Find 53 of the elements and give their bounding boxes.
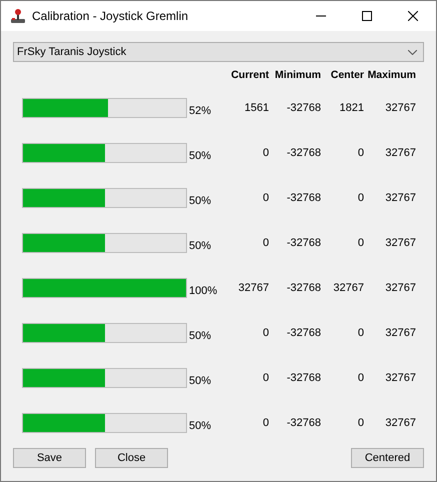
percent-label: 50% [188,374,212,386]
current-value: 0 [262,236,269,248]
minimum-value: -32768 [286,236,321,248]
column-header: Maximum [368,69,416,81]
minimum-value: -32768 [286,102,321,114]
centered-button[interactable]: Centered [351,448,424,468]
minimum-value: -32768 [286,416,321,428]
current-value: 1561 [244,102,269,114]
maximum-value: 32767 [384,326,416,338]
joystick-icon [10,8,26,24]
maximum-value: 32767 [384,146,416,158]
column-header: Current [231,69,269,81]
maximum-value: 32767 [384,372,416,384]
percent-label: 50% [188,328,212,342]
maximum-value: 32767 [384,102,416,114]
center-value: 0 [356,372,364,384]
center-value: 0 [356,146,364,158]
device-dropdown[interactable]: FrSky Taranis Joystick [13,42,424,62]
chevron-icon [408,50,417,54]
center-value: 0 [356,326,364,338]
current-value: 0 [262,372,269,384]
maximize-icon [362,11,372,21]
minimum-value: -32768 [286,282,321,294]
percent-label: 50% [188,148,212,162]
column-header: Minimum [274,69,321,81]
current-value: 0 [262,192,269,204]
dialog-button[interactable]: Close [95,448,168,468]
minimum-value: -32768 [286,146,321,158]
close-icon [408,11,418,21]
percent-label: 50% [188,194,212,206]
current-value: 0 [262,146,269,158]
center-value: 1821 [338,102,364,114]
maximum-value: 32767 [384,282,416,294]
current-value: 32767 [237,282,269,294]
percent-label: 100% [188,284,218,296]
center-value: 0 [356,236,364,248]
current-value: 0 [262,416,269,428]
maximum-value: 32767 [384,416,416,428]
percent-label: 50% [188,238,212,252]
center-value: 0 [356,416,364,428]
maximum-value: 32767 [384,192,416,204]
dialog-button[interactable]: Save [13,448,86,468]
minimum-value: -32768 [286,326,321,338]
maximum-value: 32767 [384,236,416,248]
percent-label: 52% [188,104,212,116]
center-value: 32767 [332,282,364,294]
percent-label: 50% [188,418,212,432]
minimum-value: -32768 [286,192,321,204]
current-value: 0 [262,326,269,338]
minimum-value: -32768 [286,372,321,384]
window-title: Calibration - Joystick Gremlin [32,9,190,23]
center-value: 0 [356,192,364,204]
column-header: Center [330,69,364,81]
